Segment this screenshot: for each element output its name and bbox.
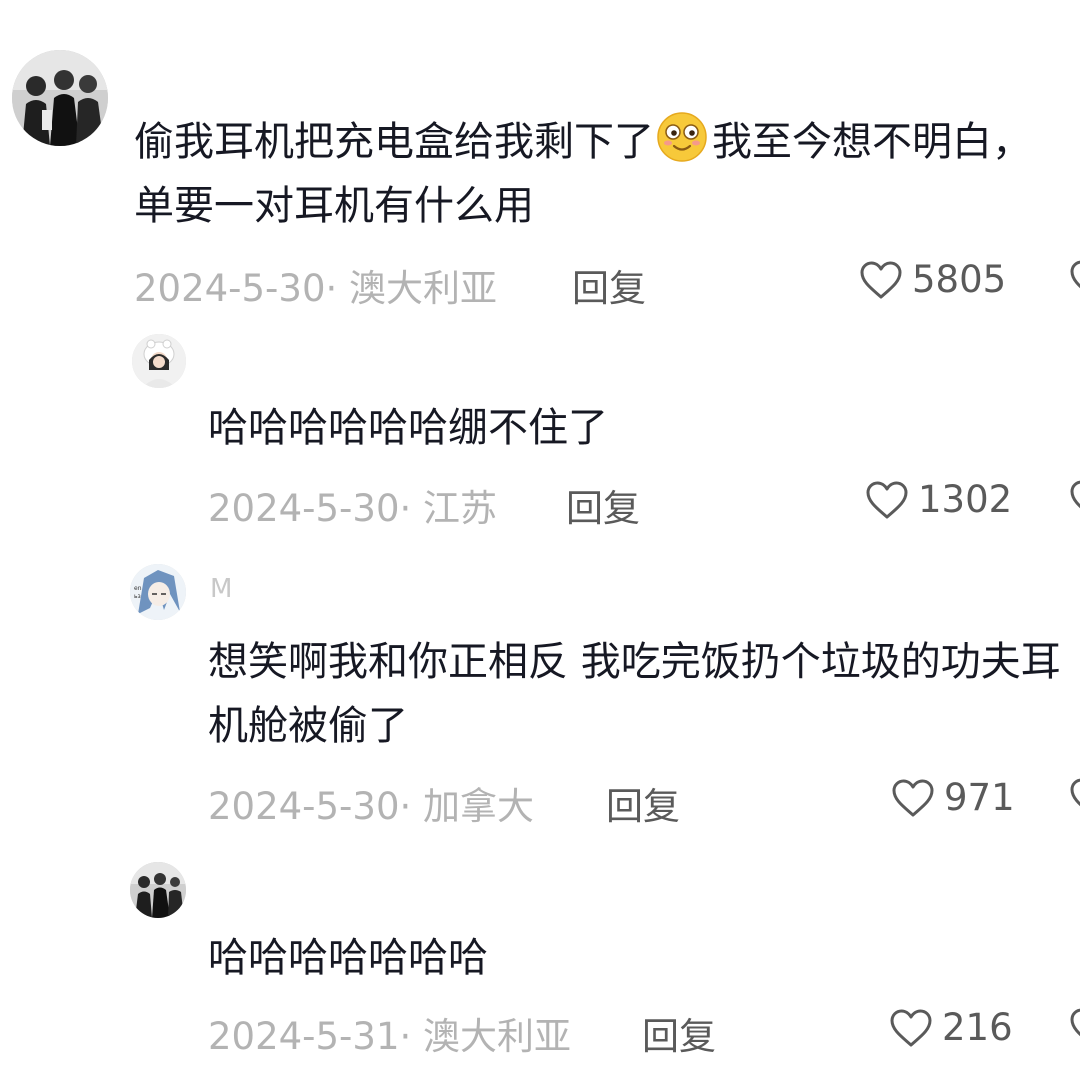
heart-outline-icon <box>864 479 910 521</box>
comment-item: 偷我耳机把充电盒给我剩下了 我至今想不明白，单要一对耳机有什么用 2024-5-3… <box>0 0 1080 320</box>
heart-outline-icon <box>858 259 904 301</box>
avatar-image <box>12 50 108 146</box>
avatar[interactable] <box>132 334 186 388</box>
comment-meta: 2024-5-31· 澳大利亚 <box>208 1015 572 1058</box>
dislike-icon[interactable] <box>1068 776 1080 818</box>
comment-meta: 2024-5-30· 澳大利亚 <box>134 267 498 310</box>
like-button[interactable]: 1302 <box>864 478 1012 521</box>
avatar[interactable] <box>130 862 186 918</box>
avatar-image <box>132 334 186 388</box>
avatar[interactable]: en ьз <box>130 564 186 620</box>
comment-text: 哈哈哈哈哈哈哈 <box>208 935 488 981</box>
comment-text: 想笑啊我和你正相反 我吃完饭扔个垃圾的功夫耳机舱被偷了 <box>208 639 1061 749</box>
comment-meta: 2024-5-30· 加拿大 <box>208 785 535 828</box>
dislike-icon[interactable] <box>1068 1006 1080 1048</box>
username[interactable]: M <box>210 574 232 604</box>
dislike-icon[interactable] <box>1068 478 1080 520</box>
comment-meta: 2024-5-30· 江苏 <box>208 487 498 530</box>
like-button[interactable]: 5805 <box>858 258 1006 301</box>
svg-text:ьз: ьз <box>134 593 141 600</box>
heart-outline-icon <box>890 777 936 819</box>
like-count: 1302 <box>918 478 1013 521</box>
avatar-image: en ьз <box>130 564 186 620</box>
like-count: 5805 <box>912 258 1007 301</box>
heart-outline-icon <box>888 1007 934 1049</box>
like-button[interactable]: 971 <box>890 776 1015 819</box>
reply-button[interactable]: 回复 <box>606 776 680 830</box>
dislike-icon[interactable] <box>1068 258 1080 300</box>
like-button[interactable]: 216 <box>888 1006 1013 1049</box>
comment-text: 哈哈哈哈哈哈绷不住了 <box>208 405 608 451</box>
like-count: 971 <box>944 776 1015 819</box>
reply-button[interactable]: 回复 <box>572 258 646 312</box>
avatar-image <box>130 862 186 918</box>
comment-text-part1: 偷我耳机把充电盒给我剩下了 <box>134 119 654 165</box>
reply-button[interactable]: 回复 <box>642 1006 716 1060</box>
smiley-icon <box>656 111 708 163</box>
like-count: 216 <box>942 1006 1013 1049</box>
comment-text: 偷我耳机把充电盒给我剩下了 我至今想不明白，单要一对耳机有什么用 <box>134 110 1064 238</box>
reply-item: 哈哈哈哈哈哈绷不住了 2024-5-30· 江苏 回复 1302 <box>0 320 1080 560</box>
avatar[interactable] <box>12 50 108 146</box>
reply-item: en ьз M 想笑啊我和你正相反 我吃完饭扔个垃圾的功夫耳机舱被偷了 2024… <box>0 560 1080 856</box>
reply-button[interactable]: 回复 <box>566 478 640 532</box>
svg-text:en: en <box>134 585 142 592</box>
reply-item: 哈哈哈哈哈哈哈 2024-5-31· 澳大利亚 回复 216 <box>0 856 1080 1078</box>
